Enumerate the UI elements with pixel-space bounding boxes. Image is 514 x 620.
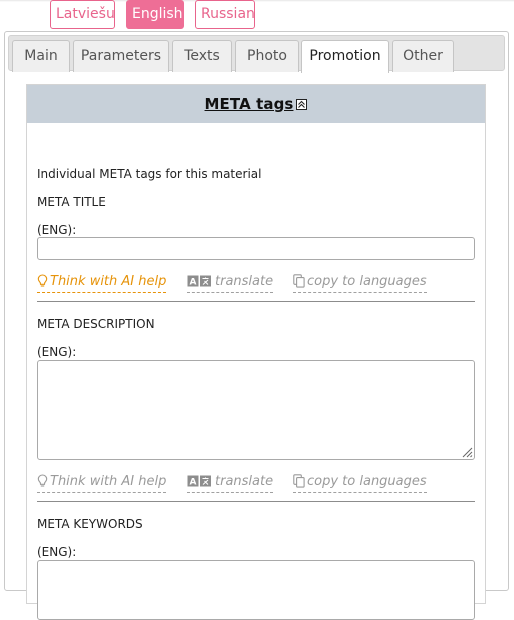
meta-keywords-textarea[interactable] — [37, 560, 475, 620]
collapse-up-icon[interactable] — [296, 99, 308, 110]
meta-title-input[interactable] — [37, 237, 475, 260]
meta-title-lang-label: (ENG): — [37, 223, 77, 237]
section-intro: Individual META tags for this material — [37, 167, 262, 181]
tab-photo[interactable]: Photo — [235, 40, 299, 72]
lightbulb-icon — [37, 474, 48, 487]
tab-bar: Main Parameters Texts Photo Promotion Ot… — [8, 35, 505, 73]
meta-description-copy-label: copy to languages — [307, 474, 427, 489]
meta-title-translate-label: translate — [215, 274, 274, 289]
meta-title-tools: Think with AI help Atranslate copy to la… — [37, 273, 475, 293]
meta-description-label: META DESCRIPTION — [37, 317, 155, 331]
divider — [37, 301, 475, 302]
section-title[interactable]: META tags — [205, 95, 294, 113]
meta-description-ai-help-label: Think with AI help — [50, 474, 167, 489]
language-english-button[interactable]: English — [126, 0, 184, 29]
translate-icon: A — [187, 275, 211, 288]
meta-title-label: META TITLE — [37, 195, 106, 209]
copy-icon — [293, 274, 305, 288]
svg-text:A: A — [190, 478, 197, 488]
tab-parameters[interactable]: Parameters — [73, 40, 169, 72]
editor-panel: Main Parameters Texts Photo Promotion Ot… — [4, 31, 509, 620]
meta-description-copy-link[interactable]: copy to languages — [293, 473, 427, 493]
lightbulb-icon — [37, 274, 48, 287]
section-header[interactable]: META tags — [27, 85, 485, 123]
language-latviesu-button[interactable]: Latviešu — [50, 0, 115, 29]
svg-text:A: A — [190, 278, 197, 288]
meta-description-ai-help-link[interactable]: Think with AI help — [37, 473, 167, 493]
meta-description-translate-link[interactable]: Atranslate — [187, 473, 274, 493]
meta-description-translate-label: translate — [215, 474, 274, 489]
meta-title-copy-label: copy to languages — [307, 274, 427, 289]
meta-title-ai-help-link[interactable]: Think with AI help — [37, 273, 167, 293]
meta-title-ai-help-label: Think with AI help — [50, 274, 167, 289]
resize-grip-icon[interactable] — [461, 446, 473, 458]
meta-description-lang-label: (ENG): — [37, 345, 77, 359]
tab-main[interactable]: Main — [12, 40, 70, 72]
meta-title-copy-link[interactable]: copy to languages — [293, 273, 427, 293]
translate-icon: A — [187, 475, 211, 488]
meta-tags-section: META tags Individual META tags for this … — [26, 84, 486, 620]
meta-title-translate-link[interactable]: Atranslate — [187, 273, 274, 293]
tab-other[interactable]: Other — [392, 40, 454, 72]
meta-description-tools: Think with AI help Atranslate copy to la… — [37, 473, 475, 493]
tab-texts[interactable]: Texts — [172, 40, 232, 72]
copy-icon — [293, 474, 305, 488]
meta-keywords-label: META KEYWORDS — [37, 517, 143, 531]
tab-promotion[interactable]: Promotion — [301, 40, 389, 73]
meta-description-textarea[interactable] — [37, 360, 475, 460]
language-russian-button[interactable]: Russian — [195, 0, 255, 29]
divider — [37, 501, 475, 502]
meta-keywords-lang-label: (ENG): — [37, 545, 77, 559]
